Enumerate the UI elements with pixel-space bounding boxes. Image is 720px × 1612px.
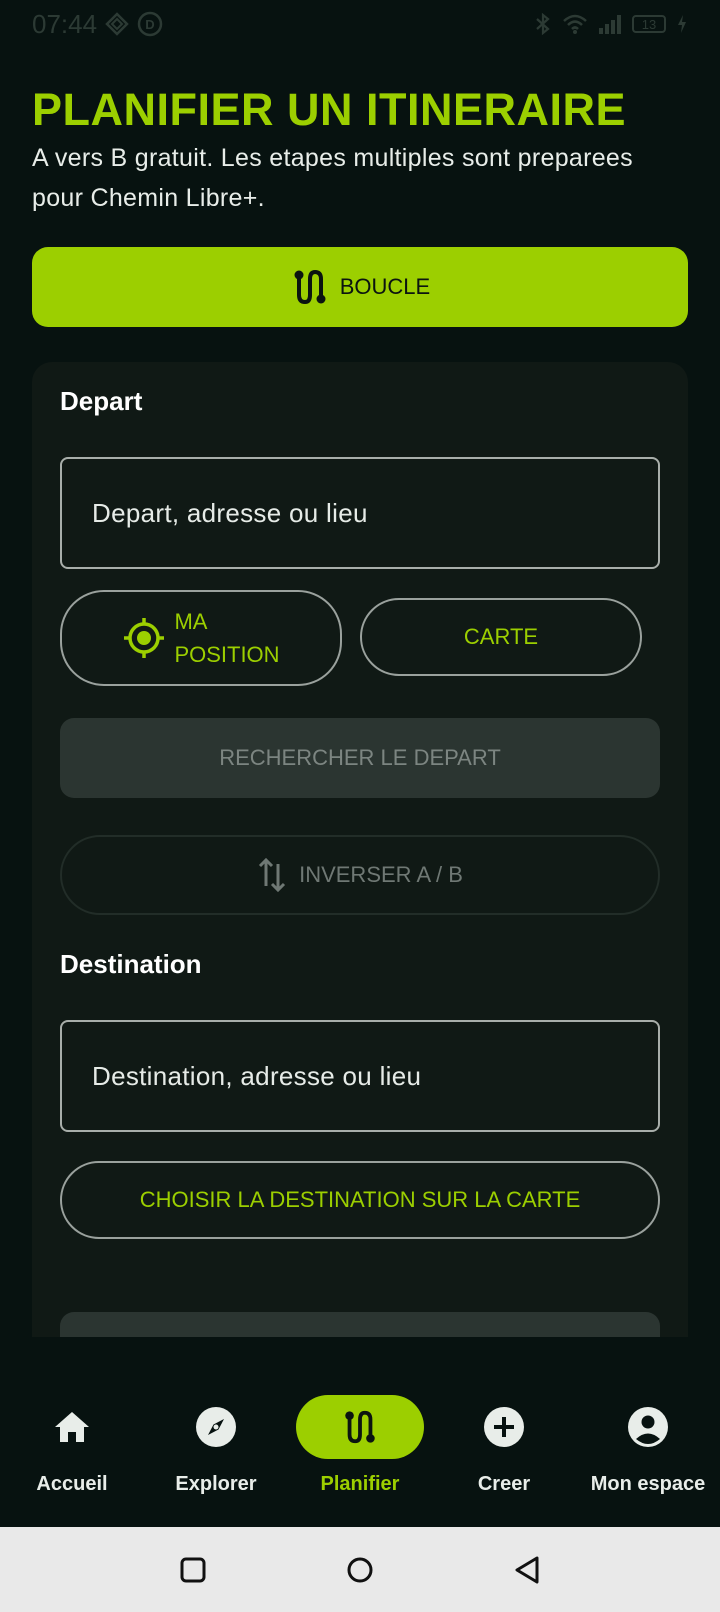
route-icon <box>345 1410 375 1444</box>
loop-button-label: BOUCLE <box>339 274 431 299</box>
status-right: 13 <box>534 12 688 36</box>
svg-text:D: D <box>145 17 154 32</box>
diamond-notification-icon <box>105 12 129 36</box>
recents-square-icon[interactable] <box>179 1556 207 1584</box>
nav-label-home: Accueil <box>36 1473 108 1495</box>
page-subtitle: A vers B gratuit. Les etapes multiples s… <box>32 144 633 212</box>
status-left: 07:44 D <box>32 9 163 40</box>
destination-map-label: CHOISIR LA DESTINATION SUR LA CARTE <box>139 1187 581 1212</box>
search-departure-button[interactable]: RECHERCHER LE DEPART <box>60 718 660 798</box>
swap-button[interactable]: INVERSER A / B <box>60 835 660 915</box>
page-title: PLANIFIER UN ITINERAIRE <box>32 84 627 135</box>
circle-notification-icon: D <box>137 11 163 37</box>
nav-item-explore[interactable]: Explorer <box>144 1395 288 1496</box>
departure-label: Depart <box>60 386 143 416</box>
bluetooth-icon <box>536 12 550 36</box>
my-position-label-line1: MA <box>174 609 208 634</box>
nav-icon-explore-wrap <box>152 1395 280 1459</box>
search-departure-label: RECHERCHER LE DEPART <box>219 745 501 770</box>
next-action-button-peek[interactable] <box>60 1312 660 1337</box>
home-icon <box>55 1412 89 1442</box>
bottom-nav: Accueil Explorer Planifier Creer Mon esp… <box>0 1337 720 1527</box>
loop-button[interactable]: BOUCLE <box>32 247 688 327</box>
departure-map-button[interactable]: CARTE <box>360 598 642 676</box>
my-position-label: MA POSITION <box>174 605 279 671</box>
signal-icon <box>599 15 621 34</box>
nav-item-account[interactable]: Mon espace <box>576 1395 720 1496</box>
nav-icon-plan-wrap <box>296 1395 424 1459</box>
nav-label-account: Mon espace <box>590 1473 706 1495</box>
nav-item-home[interactable]: Accueil <box>0 1395 144 1496</box>
my-position-label-line2: POSITION <box>174 642 280 667</box>
gps-target-icon <box>124 618 165 658</box>
swap-label: INVERSER A / B <box>299 862 463 887</box>
nav-label-explore: Explorer <box>175 1473 257 1495</box>
compass-icon <box>196 1407 236 1447</box>
plus-circle-icon <box>484 1407 524 1447</box>
battery-indicator: 13 <box>632 15 666 33</box>
my-position-button[interactable]: MA POSITION <box>60 590 342 686</box>
nav-icon-account-wrap <box>584 1395 712 1459</box>
destination-input[interactable]: Destination, adresse ou lieu <box>60 1020 660 1132</box>
home-circle-icon[interactable] <box>346 1556 374 1584</box>
nav-icon-create-wrap <box>440 1395 568 1459</box>
destination-label: Destination <box>60 949 202 979</box>
nav-label-create: Creer <box>477 1473 531 1495</box>
departure-input[interactable]: Depart, adresse ou lieu <box>60 457 660 569</box>
nav-item-create[interactable]: Creer <box>432 1395 576 1496</box>
wifi-icon <box>563 14 587 34</box>
route-form-card: Depart Depart, adresse ou lieu MA POSITI… <box>32 362 688 1337</box>
departure-map-label: CARTE <box>463 624 539 649</box>
back-triangle-icon[interactable] <box>513 1555 541 1585</box>
nav-icon-home-wrap <box>8 1395 136 1459</box>
status-bar: 07:44 D 13 <box>0 0 720 48</box>
account-icon <box>628 1407 668 1447</box>
destination-map-button[interactable]: CHOISIR LA DESTINATION SUR LA CARTE <box>60 1161 660 1239</box>
charging-icon <box>678 15 686 33</box>
swap-vertical-icon <box>259 857 286 893</box>
status-time: 07:44 <box>32 8 98 39</box>
route-icon <box>294 269 326 305</box>
nav-item-plan[interactable]: Planifier <box>288 1395 432 1496</box>
system-nav-bar <box>0 1527 720 1612</box>
nav-label-plan: Planifier <box>320 1473 400 1495</box>
